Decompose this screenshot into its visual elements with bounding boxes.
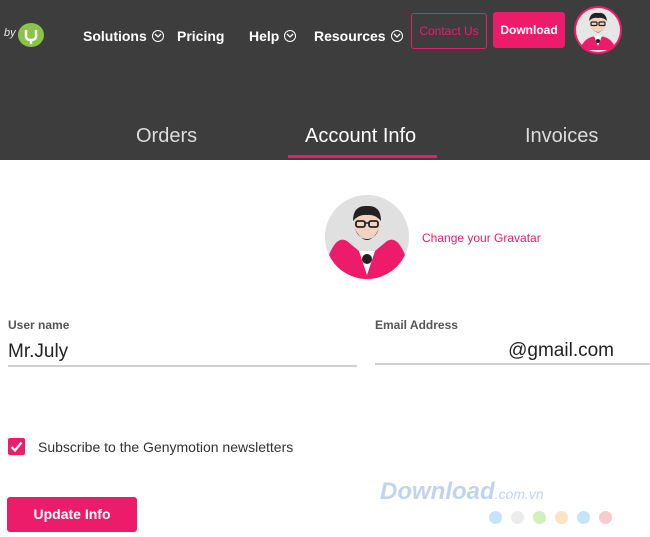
active-tab-indicator xyxy=(288,155,437,158)
contact-us-button[interactable]: Contact Us xyxy=(411,13,487,49)
nav-help[interactable]: Help xyxy=(249,28,297,44)
email-field[interactable] xyxy=(375,339,650,365)
nav-pricing[interactable]: Pricing xyxy=(177,28,224,44)
watermark-dot xyxy=(511,511,524,524)
nav-help-label: Help xyxy=(249,28,280,44)
watermark-suffix: .com.vn xyxy=(494,486,544,502)
watermark-dot xyxy=(489,511,502,524)
nav-solutions[interactable]: Solutions xyxy=(83,28,164,44)
profile-avatar xyxy=(325,195,409,279)
newsletter-checkbox[interactable] xyxy=(8,438,25,455)
watermark-dot xyxy=(577,511,590,524)
top-navbar: by Solutions Pricing Help Resources Cont… xyxy=(0,0,650,66)
chevron-down-icon xyxy=(390,30,403,42)
account-tabs: Orders Account Info Invoices xyxy=(0,66,650,160)
chevron-down-icon xyxy=(284,30,297,42)
watermark-dot xyxy=(533,511,546,524)
watermark-dot xyxy=(555,511,568,524)
tab-invoices[interactable]: Invoices xyxy=(525,125,598,148)
watermark: Download.com.vn xyxy=(380,478,544,506)
chevron-down-icon xyxy=(151,30,164,42)
tab-account-info[interactable]: Account Info xyxy=(305,125,416,148)
username-field[interactable] xyxy=(8,339,357,367)
by-text: by xyxy=(4,27,16,39)
nav-resources[interactable]: Resources xyxy=(314,28,403,44)
email-label: Email Address xyxy=(375,318,458,332)
nav-solutions-label: Solutions xyxy=(83,28,147,44)
watermark-text: Download xyxy=(380,478,495,505)
user-avatar[interactable] xyxy=(574,6,622,54)
update-info-button[interactable]: Update Info xyxy=(7,497,137,532)
newsletter-label: Subscribe to the Genymotion newsletters xyxy=(38,439,294,455)
genymobile-logo-icon[interactable] xyxy=(18,23,44,47)
watermark-dot xyxy=(599,511,612,524)
nav-pricing-label: Pricing xyxy=(177,28,225,44)
username-label: User name xyxy=(8,318,70,332)
tab-orders[interactable]: Orders xyxy=(136,125,197,148)
download-button[interactable]: Download xyxy=(493,12,565,48)
change-gravatar-link[interactable]: Change your Gravatar xyxy=(422,231,541,245)
nav-resources-label: Resources xyxy=(314,28,386,44)
